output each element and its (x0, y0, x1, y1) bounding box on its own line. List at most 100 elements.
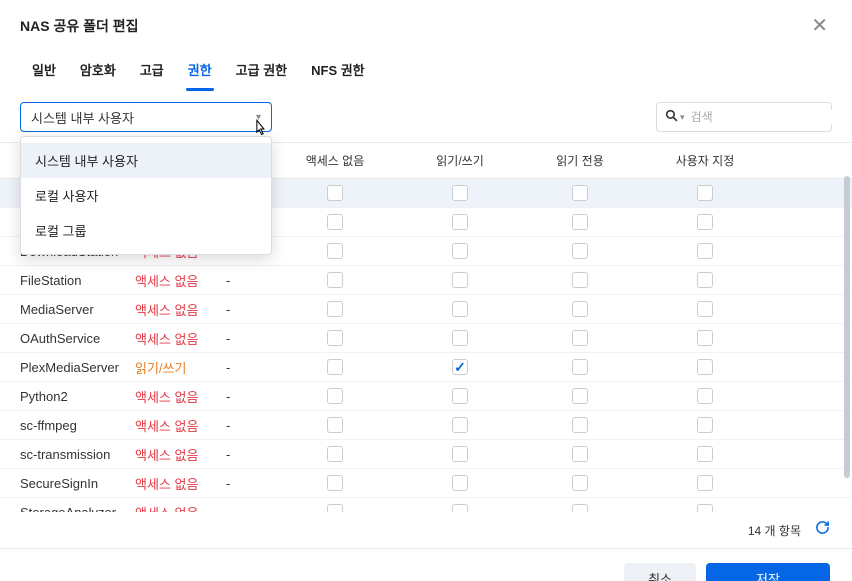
tab-3[interactable]: 권한 (176, 50, 224, 91)
checkbox-ro[interactable] (572, 475, 588, 491)
checkbox-noaccess[interactable] (327, 243, 343, 259)
dropdown-option-1[interactable]: 로컬 사용자 (21, 178, 271, 213)
table-row[interactable]: OAuthService액세스 없음- (0, 324, 852, 353)
tab-0[interactable]: 일반 (20, 50, 68, 91)
checkbox-rw[interactable] (452, 272, 468, 288)
checkbox-ro[interactable] (572, 330, 588, 346)
checkbox-rw[interactable] (452, 446, 468, 462)
cell-checkbox-rw (400, 272, 520, 288)
checkbox-custom[interactable] (697, 359, 713, 375)
checkbox-ro[interactable] (572, 388, 588, 404)
table-row[interactable]: PlexMediaServer읽기/쓰기- (0, 353, 852, 382)
cell-checkbox-noaccess (270, 417, 400, 433)
checkbox-noaccess[interactable] (327, 417, 343, 433)
checkbox-custom[interactable] (697, 243, 713, 259)
cell-extra: - (220, 331, 270, 346)
checkbox-custom[interactable] (697, 417, 713, 433)
column-header-ro[interactable]: 읽기 전용 (520, 143, 640, 178)
search-input[interactable] (691, 110, 846, 124)
column-header-custom[interactable]: 사용자 지정 (640, 143, 770, 178)
cell-checkbox-rw (400, 330, 520, 346)
cell-checkbox-noaccess (270, 272, 400, 288)
checkbox-noaccess[interactable] (327, 359, 343, 375)
refresh-icon[interactable] (815, 520, 830, 540)
checkbox-noaccess[interactable] (327, 272, 343, 288)
user-type-dropdown[interactable]: 시스템 내부 사용자 ▾ (20, 102, 272, 132)
dropdown-option-0[interactable]: 시스템 내부 사용자 (21, 143, 271, 178)
checkbox-noaccess[interactable] (327, 446, 343, 462)
checkbox-custom[interactable] (697, 475, 713, 491)
checkbox-ro[interactable] (572, 504, 588, 512)
save-button[interactable]: 저장 (706, 563, 830, 581)
cell-checkbox-custom (640, 417, 770, 433)
close-icon[interactable]: ✕ (807, 14, 832, 38)
checkbox-noaccess[interactable] (327, 185, 343, 201)
search-box[interactable]: ▾ (656, 102, 832, 132)
dropdown-option-2[interactable]: 로컬 그룹 (21, 213, 271, 248)
cell-checkbox-noaccess (270, 243, 400, 259)
checkbox-ro[interactable] (572, 185, 588, 201)
cell-name: OAuthService (0, 331, 135, 346)
checkbox-rw[interactable] (452, 185, 468, 201)
checkbox-rw[interactable] (452, 214, 468, 230)
checkbox-custom[interactable] (697, 388, 713, 404)
table-row[interactable]: Python2액세스 없음- (0, 382, 852, 411)
checkbox-custom[interactable] (697, 446, 713, 462)
cell-checkbox-custom (640, 330, 770, 346)
cell-checkbox-noaccess (270, 504, 400, 512)
table-row[interactable]: StorageAnalyzer액세스 없음- (0, 498, 852, 512)
checkbox-rw[interactable] (452, 388, 468, 404)
checkbox-ro[interactable] (572, 214, 588, 230)
cell-permission: 액세스 없음 (135, 445, 220, 464)
cell-checkbox-rw (400, 475, 520, 491)
cell-permission: 액세스 없음 (135, 387, 220, 406)
checkbox-custom[interactable] (697, 301, 713, 317)
table-row[interactable]: SecureSignIn액세스 없음- (0, 469, 852, 498)
checkbox-ro[interactable] (572, 272, 588, 288)
checkbox-noaccess[interactable] (327, 388, 343, 404)
checkbox-ro[interactable] (572, 446, 588, 462)
dropdown-panel: 시스템 내부 사용자로컬 사용자로컬 그룹 (20, 136, 272, 255)
column-header-rw[interactable]: 읽기/쓰기 (400, 143, 520, 178)
column-header-noaccess[interactable]: 액세스 없음 (270, 143, 400, 178)
tab-2[interactable]: 고급 (128, 50, 176, 91)
checkbox-rw[interactable] (452, 475, 468, 491)
table-row[interactable]: sc-ffmpeg액세스 없음- (0, 411, 852, 440)
checkbox-custom[interactable] (697, 214, 713, 230)
checkbox-noaccess[interactable] (327, 504, 343, 512)
checkbox-custom[interactable] (697, 272, 713, 288)
scrollbar[interactable] (844, 176, 850, 478)
checkbox-noaccess[interactable] (327, 330, 343, 346)
checkbox-ro[interactable] (572, 301, 588, 317)
cell-checkbox-noaccess (270, 301, 400, 317)
cell-permission: 액세스 없음 (135, 329, 220, 348)
checkbox-rw[interactable] (452, 330, 468, 346)
checkbox-noaccess[interactable] (327, 475, 343, 491)
checkbox-rw[interactable] (452, 301, 468, 317)
checkbox-noaccess[interactable] (327, 214, 343, 230)
checkbox-rw[interactable] (452, 359, 468, 375)
checkbox-custom[interactable] (697, 185, 713, 201)
tab-5[interactable]: NFS 권한 (299, 50, 377, 91)
checkbox-noaccess[interactable] (327, 301, 343, 317)
cell-checkbox-rw (400, 388, 520, 404)
checkbox-custom[interactable] (697, 504, 713, 512)
checkbox-rw[interactable] (452, 417, 468, 433)
table-row[interactable]: MediaServer액세스 없음- (0, 295, 852, 324)
toolbar: 시스템 내부 사용자 ▾ 시스템 내부 사용자로컬 사용자로컬 그룹 ▾ (0, 92, 852, 142)
tab-1[interactable]: 암호화 (68, 50, 128, 91)
cell-permission: 액세스 없음 (135, 416, 220, 435)
search-chevron-down-icon: ▾ (680, 112, 685, 123)
checkbox-custom[interactable] (697, 330, 713, 346)
checkbox-ro[interactable] (572, 359, 588, 375)
checkbox-rw[interactable] (452, 243, 468, 259)
checkbox-ro[interactable] (572, 417, 588, 433)
tab-4[interactable]: 고급 권한 (224, 50, 299, 91)
cell-checkbox-custom (640, 214, 770, 230)
checkbox-ro[interactable] (572, 243, 588, 259)
checkbox-rw[interactable] (452, 504, 468, 512)
table-row[interactable]: FileStation액세스 없음- (0, 266, 852, 295)
cancel-button[interactable]: 취소 (624, 563, 696, 581)
cell-checkbox-ro (520, 475, 640, 491)
table-row[interactable]: sc-transmission액세스 없음- (0, 440, 852, 469)
